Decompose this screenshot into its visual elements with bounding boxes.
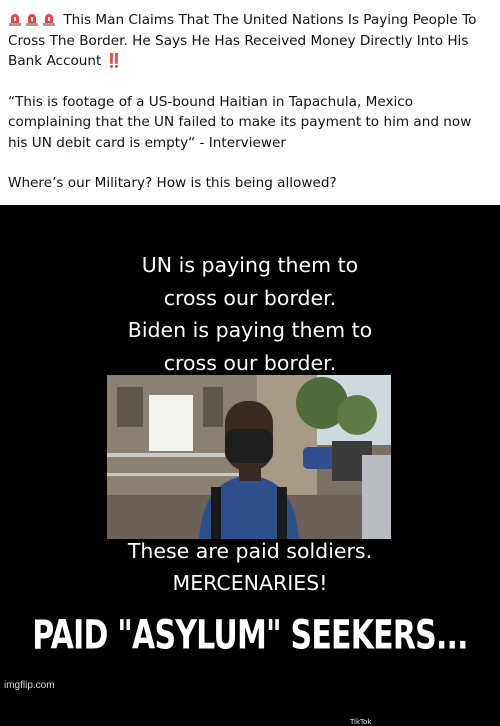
meme-bottom-text: PAID "ASYLUM" SEEKERS...: [32, 611, 468, 660]
post-body: This Man Claims That The United Nations …: [8, 10, 492, 194]
imgflip-watermark: imgflip.com: [4, 680, 55, 691]
video-caption-1: UN is paying them to: [141, 253, 359, 277]
post-quote: “This is footage of a US-bound Haitian i…: [8, 93, 472, 151]
post-headline: This Man Claims That The United Nations …: [8, 10, 492, 72]
video-caption-3: Biden is paying them to: [127, 318, 373, 342]
video-caption-6: MERCENARIES!: [172, 571, 328, 595]
siren-icon: [43, 14, 55, 26]
video-screenshot: UN is paying them to cross our border. B…: [0, 205, 500, 726]
tiktok-badge: TikTok: [350, 718, 372, 726]
post-question: Where’s our Military? How is this being …: [8, 175, 337, 191]
post-headline-text: This Man Claims That The United Nations …: [8, 12, 477, 69]
video-still-frame: [107, 375, 391, 539]
double-exclamation-icon: ‼️: [105, 53, 123, 69]
video-caption-5: These are paid soldiers.: [127, 539, 373, 563]
street-scene-image: [107, 375, 391, 539]
siren-icon: [9, 14, 21, 26]
social-post: This Man Claims That The United Nations …: [0, 0, 500, 205]
video-caption-4: cross our border.: [163, 351, 337, 375]
video-caption-2: cross our border.: [163, 286, 337, 310]
siren-icon: [26, 14, 38, 26]
